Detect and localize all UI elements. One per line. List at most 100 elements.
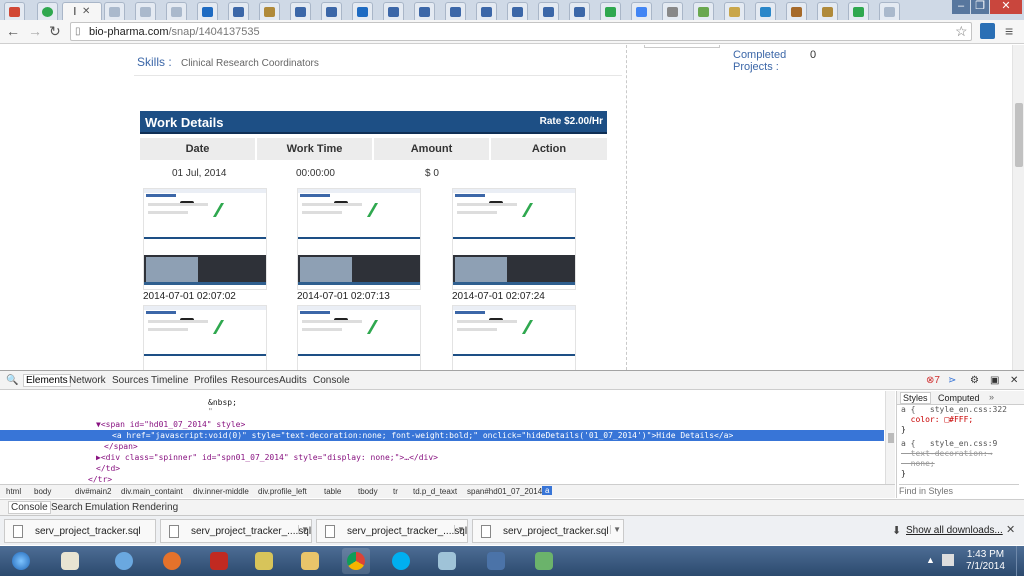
dom-line[interactable]: </td> [96, 463, 120, 474]
tab[interactable] [290, 2, 311, 20]
tab[interactable] [693, 2, 714, 20]
snapshot-thumbnail[interactable] [143, 188, 267, 290]
reload-icon[interactable]: ↻ [49, 23, 61, 39]
breadcrumb-item[interactable]: td.p_d_teaxt [413, 487, 457, 496]
breadcrumb-item[interactable]: a [542, 486, 553, 495]
tab[interactable] [321, 2, 342, 20]
chevron-down-icon[interactable]: ▼ [610, 525, 621, 534]
gear-icon[interactable]: ⚙ [970, 375, 979, 386]
tab[interactable] [104, 2, 125, 20]
breadcrumb-item[interactable]: span#hd01_07_2014 [467, 487, 542, 496]
dom-tree[interactable]: &nbsp; " ▼<span id="hd01_07_2014" style>… [0, 391, 895, 485]
tab-profiles[interactable]: Profiles [194, 375, 227, 386]
dom-line[interactable]: ▶<div class="spinner" id="spn01_07_2014"… [96, 452, 438, 463]
extension-icon[interactable] [980, 23, 995, 39]
breadcrumb-item[interactable]: div.profile_left [258, 487, 307, 496]
dom-line[interactable]: ▼<span id="hd01_07_2014" style> [96, 419, 245, 430]
drawer-tab-emulation[interactable]: Emulation [85, 502, 129, 513]
snapshot-thumbnail[interactable] [297, 305, 421, 370]
address-bar[interactable]: ▯ bio-pharma.com/snap/1404137535 ☆ [70, 22, 972, 41]
tab[interactable] [879, 2, 900, 20]
chevron-down-icon[interactable]: ▼ [298, 525, 309, 534]
start-button[interactable] [4, 548, 38, 574]
tab[interactable] [135, 2, 156, 20]
tab[interactable] [383, 2, 404, 20]
restore-button[interactable]: ❐ [971, 0, 989, 14]
breadcrumb-item[interactable]: div.main_containt [121, 487, 183, 496]
download-item[interactable]: serv_project_tracker.sql ▼ [472, 519, 624, 543]
taskbar-app-chrome[interactable] [342, 548, 370, 574]
breadcrumb-item[interactable]: body [34, 487, 51, 496]
taskbar-app-chat[interactable] [530, 548, 558, 574]
tab-sources[interactable]: Sources [112, 375, 149, 386]
tray-expand-icon[interactable]: ▲ [926, 555, 935, 565]
snapshot-thumbnail[interactable] [452, 305, 576, 370]
download-item[interactable]: serv_project_tracker.sql [4, 519, 156, 543]
taskbar-app-skype[interactable] [387, 548, 415, 574]
tab-audits[interactable]: Audits [279, 375, 307, 386]
tab-resources[interactable]: Resources [231, 375, 279, 386]
forward-icon[interactable]: → [28, 23, 42, 39]
tab[interactable] [476, 2, 497, 20]
taskbar-app-safari[interactable] [110, 548, 138, 574]
tab[interactable] [817, 2, 838, 20]
snapshot-thumbnail[interactable] [297, 188, 421, 290]
chevron-down-icon[interactable]: ▼ [454, 525, 465, 534]
taskbar-app-notes[interactable] [433, 548, 461, 574]
breadcrumb-item[interactable]: tbody [358, 487, 378, 496]
minimize-button[interactable]: – [952, 0, 970, 14]
snapshot-thumbnail[interactable] [143, 305, 267, 370]
system-clock[interactable]: 1:43 PM 7/1/2014 [966, 549, 1005, 573]
close-icon[interactable]: ✕ [1010, 375, 1018, 386]
show-all-downloads-link[interactable]: Show all downloads... [906, 525, 1003, 536]
style-property-overridden[interactable]: text-decoration:→ [901, 449, 993, 458]
back-icon[interactable]: ← [6, 23, 20, 39]
scrollbar-thumb[interactable] [1015, 103, 1023, 167]
tab[interactable] [507, 2, 528, 20]
tab-console[interactable]: Console [313, 375, 350, 386]
taskbar-app-notepad[interactable] [250, 548, 278, 574]
download-item[interactable]: serv_project_tracker_....sql ▼ [316, 519, 468, 543]
tab[interactable] [352, 2, 373, 20]
tab-elements[interactable]: Elements [23, 374, 71, 387]
style-property-overridden[interactable]: none; [901, 459, 935, 468]
tab[interactable] [755, 2, 776, 20]
tab-computed[interactable]: Computed [938, 393, 980, 403]
tab[interactable] [259, 2, 280, 20]
error-badge[interactable]: ⊗7 [926, 375, 940, 386]
star-icon[interactable]: ☆ [955, 23, 968, 40]
breadcrumb-item[interactable]: div#main2 [75, 487, 111, 496]
tab[interactable] [445, 2, 466, 20]
tab-gmail[interactable] [4, 2, 25, 20]
breadcrumb-item[interactable]: table [324, 487, 341, 496]
tab-active[interactable]: l ✕ [62, 2, 102, 20]
taskbar-app-firefox[interactable] [158, 548, 186, 574]
dom-line[interactable]: </span> [104, 441, 138, 452]
breadcrumb-item[interactable]: div.inner-middle [193, 487, 249, 496]
close-icon[interactable]: ✕ [1006, 523, 1015, 536]
page-scrollbar[interactable] [1012, 45, 1024, 370]
tab[interactable] [724, 2, 745, 20]
tab[interactable] [600, 2, 621, 20]
console-drawer-icon[interactable]: ⋗ [948, 375, 956, 386]
tab-styles[interactable]: Styles [900, 392, 931, 404]
download-item[interactable]: serv_project_tracker_....sql ▼ [160, 519, 312, 543]
flag-icon[interactable] [942, 554, 954, 566]
tab-network[interactable]: Network [69, 375, 106, 386]
tab[interactable] [414, 2, 435, 20]
search-icon[interactable]: 🔍 [6, 375, 18, 386]
more-tabs-icon[interactable]: » [989, 392, 994, 402]
tab[interactable] [786, 2, 807, 20]
style-rule[interactable]: a { style_en.css:322 [901, 405, 1007, 414]
drawer-tab-search[interactable]: Search [51, 502, 83, 513]
dock-icon[interactable]: ▣ [990, 375, 999, 386]
snapshot-thumbnail[interactable] [452, 188, 576, 290]
dom-scrollbar[interactable] [885, 391, 895, 485]
tab-timeline[interactable]: Timeline [151, 375, 188, 386]
taskbar-app-filezilla[interactable] [205, 548, 233, 574]
tab[interactable] [197, 2, 218, 20]
url-text[interactable]: bio-pharma.com/snap/1404137535 [89, 26, 260, 38]
menu-icon[interactable]: ≡ [1005, 23, 1013, 39]
tab[interactable] [848, 2, 869, 20]
drawer-tab-rendering[interactable]: Rendering [132, 502, 178, 513]
